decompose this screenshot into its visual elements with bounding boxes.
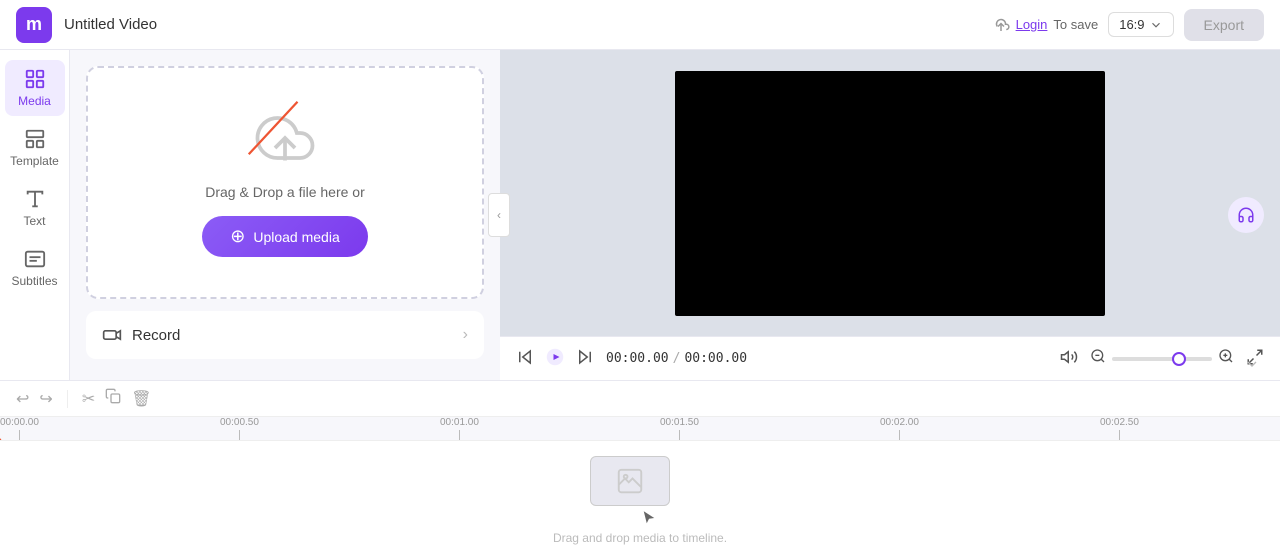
zoom-area [1090, 348, 1234, 369]
video-screen [675, 71, 1105, 316]
main-area: Media Template Text Subtitles [0, 50, 1280, 380]
skip-back-button[interactable] [516, 348, 534, 369]
playback-bar: 00:00.00 / 00:00.00 [500, 336, 1280, 380]
record-row[interactable]: Record › [86, 311, 484, 359]
skip-forward-icon [576, 348, 594, 366]
chevron-right-icon: › [463, 326, 468, 344]
ruler-mark-2: 00:01.00 [440, 417, 479, 440]
login-link[interactable]: Login [1016, 17, 1048, 32]
play-button[interactable] [546, 348, 564, 369]
timeline-area: ↩ ↪ ✂ 🗑 00:00.00 00:00.50 [0, 380, 1280, 555]
login-hint: Login To save [992, 16, 1099, 34]
template-icon [24, 128, 46, 150]
media-panel: Drag & Drop a file here or ⊕ Upload medi… [70, 50, 500, 380]
play-icon [546, 348, 564, 366]
copy-button[interactable] [105, 388, 121, 409]
timeline-cursor [640, 509, 658, 527]
timeline-content: Drag and drop media to timeline. [0, 441, 1280, 555]
export-button[interactable]: Export [1184, 9, 1264, 41]
ruler-mark-0: 00:00.00 [0, 417, 39, 440]
zoom-out-button[interactable] [1090, 348, 1106, 369]
app-logo: m [16, 7, 52, 43]
topbar: m Untitled Video Login To save 16:9 Expo… [0, 0, 1280, 50]
topbar-right: Login To save 16:9 Export [992, 9, 1264, 41]
collapse-panel-button[interactable]: ‹ [488, 193, 510, 237]
ruler-mark-3: 00:01.50 [660, 417, 699, 440]
record-icon [102, 325, 122, 345]
copy-icon [105, 388, 121, 404]
cloud-save-icon [992, 16, 1010, 34]
drag-drop-text: Drag & Drop a file here or [205, 184, 365, 200]
preview-section: ‹ [500, 50, 1280, 380]
sidebar-item-template[interactable]: Template [5, 120, 65, 176]
timeline-drop-hint: Drag and drop media to timeline. [553, 531, 727, 545]
delete-button[interactable]: 🗑 [131, 389, 151, 409]
undo-button[interactable]: ↩ [16, 389, 29, 409]
timeline-clip[interactable] [590, 456, 670, 506]
upload-media-button[interactable]: ⊕ Upload media [202, 216, 367, 257]
skip-forward-button[interactable] [576, 348, 594, 369]
collapse-timeline-button[interactable] [1240, 352, 1264, 376]
sidebar-item-media[interactable]: Media [5, 60, 65, 116]
media-icon [24, 68, 46, 90]
time-display: 00:00.00 / 00:00.00 [606, 351, 747, 366]
cut-button[interactable]: ✂ [82, 389, 95, 409]
ruler-mark-5: 00:02.50 [1100, 417, 1139, 440]
cloud-icon-wrap [255, 108, 315, 168]
volume-icon [1060, 348, 1078, 366]
zoom-in-button[interactable] [1218, 348, 1234, 369]
skip-back-icon [516, 348, 534, 366]
redo-button[interactable]: ↪ [39, 389, 52, 409]
sidebar-item-text[interactable]: Text [5, 180, 65, 236]
zoom-slider[interactable] [1112, 357, 1212, 361]
subtitles-icon [24, 248, 46, 270]
chevron-down-icon [1149, 18, 1163, 32]
text-icon [24, 188, 46, 210]
chevron-down-icon [1244, 356, 1260, 372]
zoom-out-icon [1090, 348, 1106, 364]
cursor-icon [640, 509, 658, 527]
audio-monitor-button[interactable] [1228, 197, 1264, 233]
zoom-in-icon [1218, 348, 1234, 364]
timeline-toolbar: ↩ ↪ ✂ 🗑 [0, 381, 1280, 417]
video-container [500, 50, 1280, 336]
volume-button[interactable] [1060, 348, 1078, 369]
ruler-mark-1: 00:00.50 [220, 417, 259, 440]
sidebar-item-subtitles[interactable]: Subtitles [5, 240, 65, 296]
timeline-ruler: 00:00.00 00:00.50 00:01.00 00:01.50 00:0… [0, 417, 1280, 441]
ruler-mark-4: 00:02.00 [880, 417, 919, 440]
page-title: Untitled Video [64, 16, 980, 33]
ratio-select[interactable]: 16:9 [1108, 12, 1173, 37]
headphone-icon [1237, 206, 1255, 224]
sidebar: Media Template Text Subtitles [0, 50, 70, 380]
cloud-upload-icon [255, 108, 315, 168]
image-placeholder-icon [615, 466, 645, 496]
upload-area: Drag & Drop a file here or ⊕ Upload medi… [86, 66, 484, 299]
